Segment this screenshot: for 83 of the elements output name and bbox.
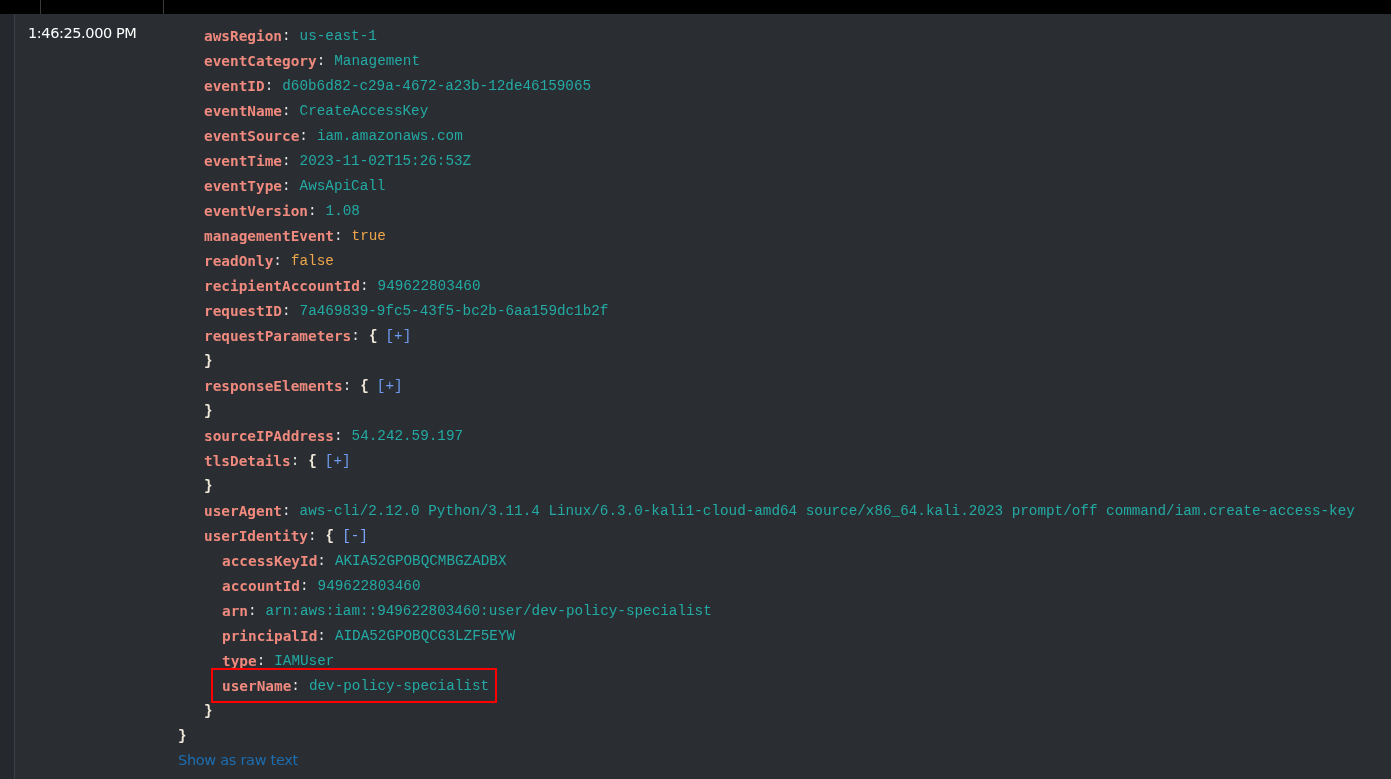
- json-value: Management: [334, 52, 421, 69]
- colon: :: [299, 127, 308, 144]
- open-brace: {: [360, 377, 369, 394]
- colon: :: [264, 77, 274, 94]
- json-value: dev-policy-specialist: [308, 677, 490, 694]
- open-brace: {: [325, 527, 335, 544]
- json-value: 54.242.59.197: [351, 427, 464, 444]
- json-key: principalId: [222, 627, 318, 644]
- colon: :: [317, 627, 326, 644]
- json-value: AKIA52GPOBQCMBGZADBX: [334, 552, 507, 569]
- json-key: eventName: [204, 102, 282, 119]
- json-key: tlsDetails: [204, 452, 291, 469]
- json-key: readOnly: [204, 252, 274, 269]
- colon: :: [307, 202, 317, 219]
- json-key: requestParameters: [204, 327, 352, 344]
- json-value: arn:aws:iam::949622803460:user/dev-policy-specialist: [265, 602, 712, 619]
- json-value: 1.08: [325, 202, 360, 219]
- close-brace: }: [204, 352, 213, 369]
- json-value: us-east-1: [299, 27, 377, 44]
- json-value: AwsApiCall: [299, 177, 386, 194]
- json-value: false: [290, 252, 334, 269]
- colon: :: [317, 552, 326, 569]
- expand-toggle[interactable]: [+]: [385, 327, 412, 344]
- json-key: eventSource: [204, 127, 300, 144]
- json-key: userIdentity: [204, 527, 308, 544]
- colon: :: [290, 452, 300, 469]
- json-key: eventID: [204, 77, 265, 94]
- json-value: true: [351, 227, 386, 244]
- colon: :: [282, 302, 291, 319]
- json-key: accessKeyId: [222, 552, 318, 569]
- json-key: eventVersion: [204, 202, 308, 219]
- colon: :: [333, 427, 343, 444]
- colon: :: [300, 577, 309, 594]
- colon: :: [256, 652, 266, 669]
- event-timestamp: 1:46:25.000 PM: [28, 25, 137, 41]
- close-brace: }: [204, 702, 213, 719]
- json-value: d60b6d82-c29a-4672-a23b-12de46159065: [282, 77, 592, 94]
- json-value: aws-cli/2.12.0 Python/3.11.4 Linux/6.3.0-kali1-cloud-amd64 source/x86_64.kali.2023 prompt/off command/iam.create-access-key: [299, 502, 1355, 519]
- json-value: AIDA52GPOBQCG3LZF5EYW: [334, 627, 516, 644]
- colon: :: [248, 602, 257, 619]
- colon: :: [316, 52, 326, 69]
- colon: :: [282, 502, 291, 519]
- json-key: userName: [222, 677, 292, 694]
- colon: :: [282, 177, 291, 194]
- json-key: type: [222, 652, 257, 669]
- json-key: userAgent: [204, 502, 282, 519]
- expand-toggle[interactable]: [+]: [376, 377, 403, 394]
- json-key: eventCategory: [204, 52, 317, 69]
- colon: :: [359, 277, 369, 294]
- expand-toggle[interactable]: [-]: [342, 527, 368, 544]
- colon: :: [342, 377, 352, 394]
- json-value: 2023-11-02T15:26:53Z: [299, 152, 472, 169]
- json-key: responseElements: [204, 377, 343, 394]
- json-key: requestID: [204, 302, 282, 319]
- json-value: 949622803460: [317, 577, 421, 594]
- colon: :: [307, 527, 317, 544]
- colon: :: [282, 27, 291, 44]
- show-raw-text-link[interactable]: Show as raw text: [178, 748, 1355, 772]
- json-value: CreateAccessKey: [299, 102, 429, 119]
- colon: :: [273, 252, 282, 269]
- close-brace: }: [204, 402, 213, 419]
- json-key: eventType: [204, 177, 282, 194]
- json-value: 949622803460: [377, 277, 481, 294]
- json-key: recipientAccountId: [204, 277, 360, 294]
- expand-toggle[interactable]: [+]: [324, 452, 351, 469]
- colon: :: [333, 227, 343, 244]
- close-brace: }: [178, 727, 187, 744]
- open-brace: {: [368, 327, 378, 344]
- colon: :: [282, 152, 291, 169]
- json-value: IAMUser: [274, 652, 335, 669]
- json-value: iam.amazonaws.com: [316, 127, 463, 144]
- colon: :: [291, 677, 300, 694]
- json-key: eventTime: [204, 152, 282, 169]
- json-key: sourceIPAddress: [204, 427, 334, 444]
- close-brace: }: [204, 477, 213, 494]
- colon: :: [351, 327, 360, 344]
- colon: :: [282, 102, 291, 119]
- json-key: accountId: [222, 577, 300, 594]
- json-key: awsRegion: [204, 27, 282, 44]
- json-value: 7a469839-9fc5-43f5-bc2b-6aa159dc1b2f: [299, 302, 609, 319]
- open-brace: {: [308, 452, 317, 469]
- json-key: arn: [222, 602, 248, 619]
- json-key: managementEvent: [204, 227, 334, 244]
